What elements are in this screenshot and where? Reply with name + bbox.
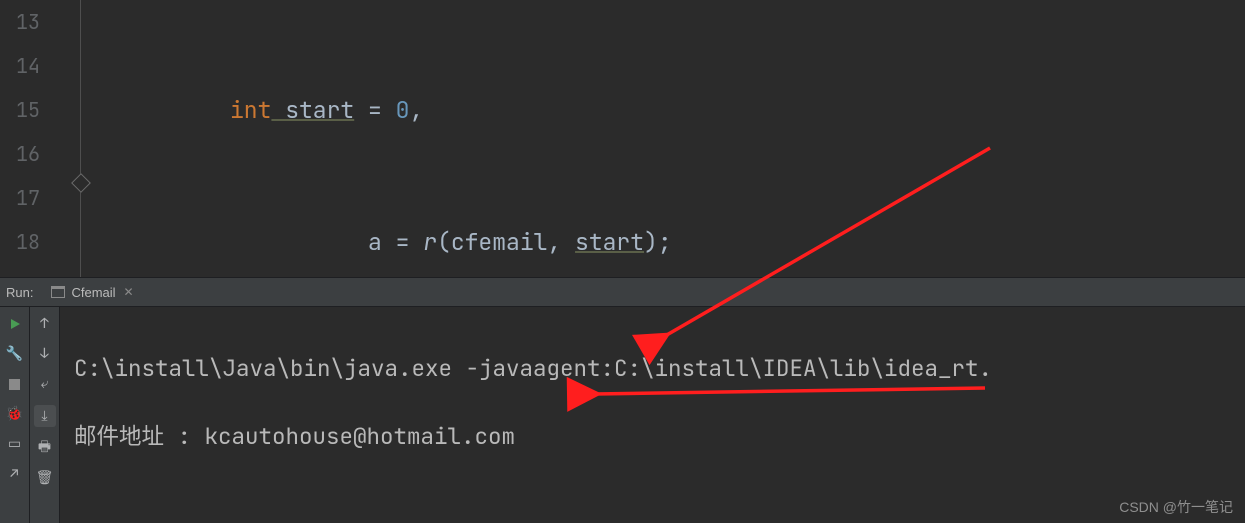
console-line: C:\install\Java\bin\java.exe -javaagent:…: [74, 351, 1245, 385]
run-label: Run:: [6, 285, 33, 300]
run-tab-title: Cfemail: [71, 285, 115, 300]
run-toolbar-left: 🔧 🐞 ▭ ↗: [0, 307, 30, 523]
arrow-down-icon[interactable]: ↓: [36, 345, 54, 363]
code-line: int start = 0,: [112, 88, 1245, 132]
run-config-icon: [51, 286, 65, 298]
watermark-text: CSDN @竹一笔记: [1119, 497, 1233, 517]
console-line: 邮件地址 : kcautohouse@hotmail.com: [74, 419, 1245, 453]
line-number: 16: [0, 132, 40, 176]
stop-icon[interactable]: [6, 375, 24, 393]
fold-guide-line: [80, 0, 81, 277]
run-tool-window: 🔧 🐞 ▭ ↗ ↑ ↓ ⤶ ⤓ 🖶 🗑 C:\install\Java\bin\…: [0, 307, 1245, 523]
fold-column: [56, 0, 104, 277]
line-number: 18: [0, 220, 40, 264]
print-icon[interactable]: 🖶: [36, 439, 54, 457]
code-line: a = r(cfemail, start);: [112, 220, 1245, 264]
scroll-end-icon[interactable]: ⤓: [34, 405, 56, 427]
bug-icon[interactable]: 🐞: [6, 405, 24, 423]
close-icon[interactable]: ✕: [124, 285, 134, 299]
run-tool-window-header: Run: Cfemail ✕: [0, 277, 1245, 307]
console-output[interactable]: C:\install\Java\bin\java.exe -javaagent:…: [60, 307, 1245, 523]
layout-icon[interactable]: ▭: [6, 435, 24, 453]
code-area[interactable]: int start = 0, a = r(cfemail, start); st…: [104, 0, 1245, 277]
run-toolbar-right: ↑ ↓ ⤶ ⤓ 🖶 🗑: [30, 307, 60, 523]
trash-icon[interactable]: 🗑: [36, 469, 54, 487]
wrench-icon[interactable]: 🔧: [6, 345, 24, 363]
external-icon[interactable]: ↗: [6, 465, 24, 483]
line-number: 15: [0, 88, 40, 132]
wrap-icon[interactable]: ⤶: [36, 375, 54, 393]
line-number: 13: [0, 0, 40, 44]
run-tab[interactable]: Cfemail ✕: [45, 283, 139, 302]
line-number: 14: [0, 44, 40, 88]
arrow-up-icon[interactable]: ↑: [36, 315, 54, 333]
fold-toggle-icon[interactable]: [71, 173, 91, 193]
line-number: 17: [0, 176, 40, 220]
code-editor[interactable]: 13 14 15 16 17 18 int start = 0, a = r(c…: [0, 0, 1245, 277]
line-number-gutter: 13 14 15 16 17 18: [0, 0, 56, 277]
play-icon[interactable]: [6, 315, 24, 333]
